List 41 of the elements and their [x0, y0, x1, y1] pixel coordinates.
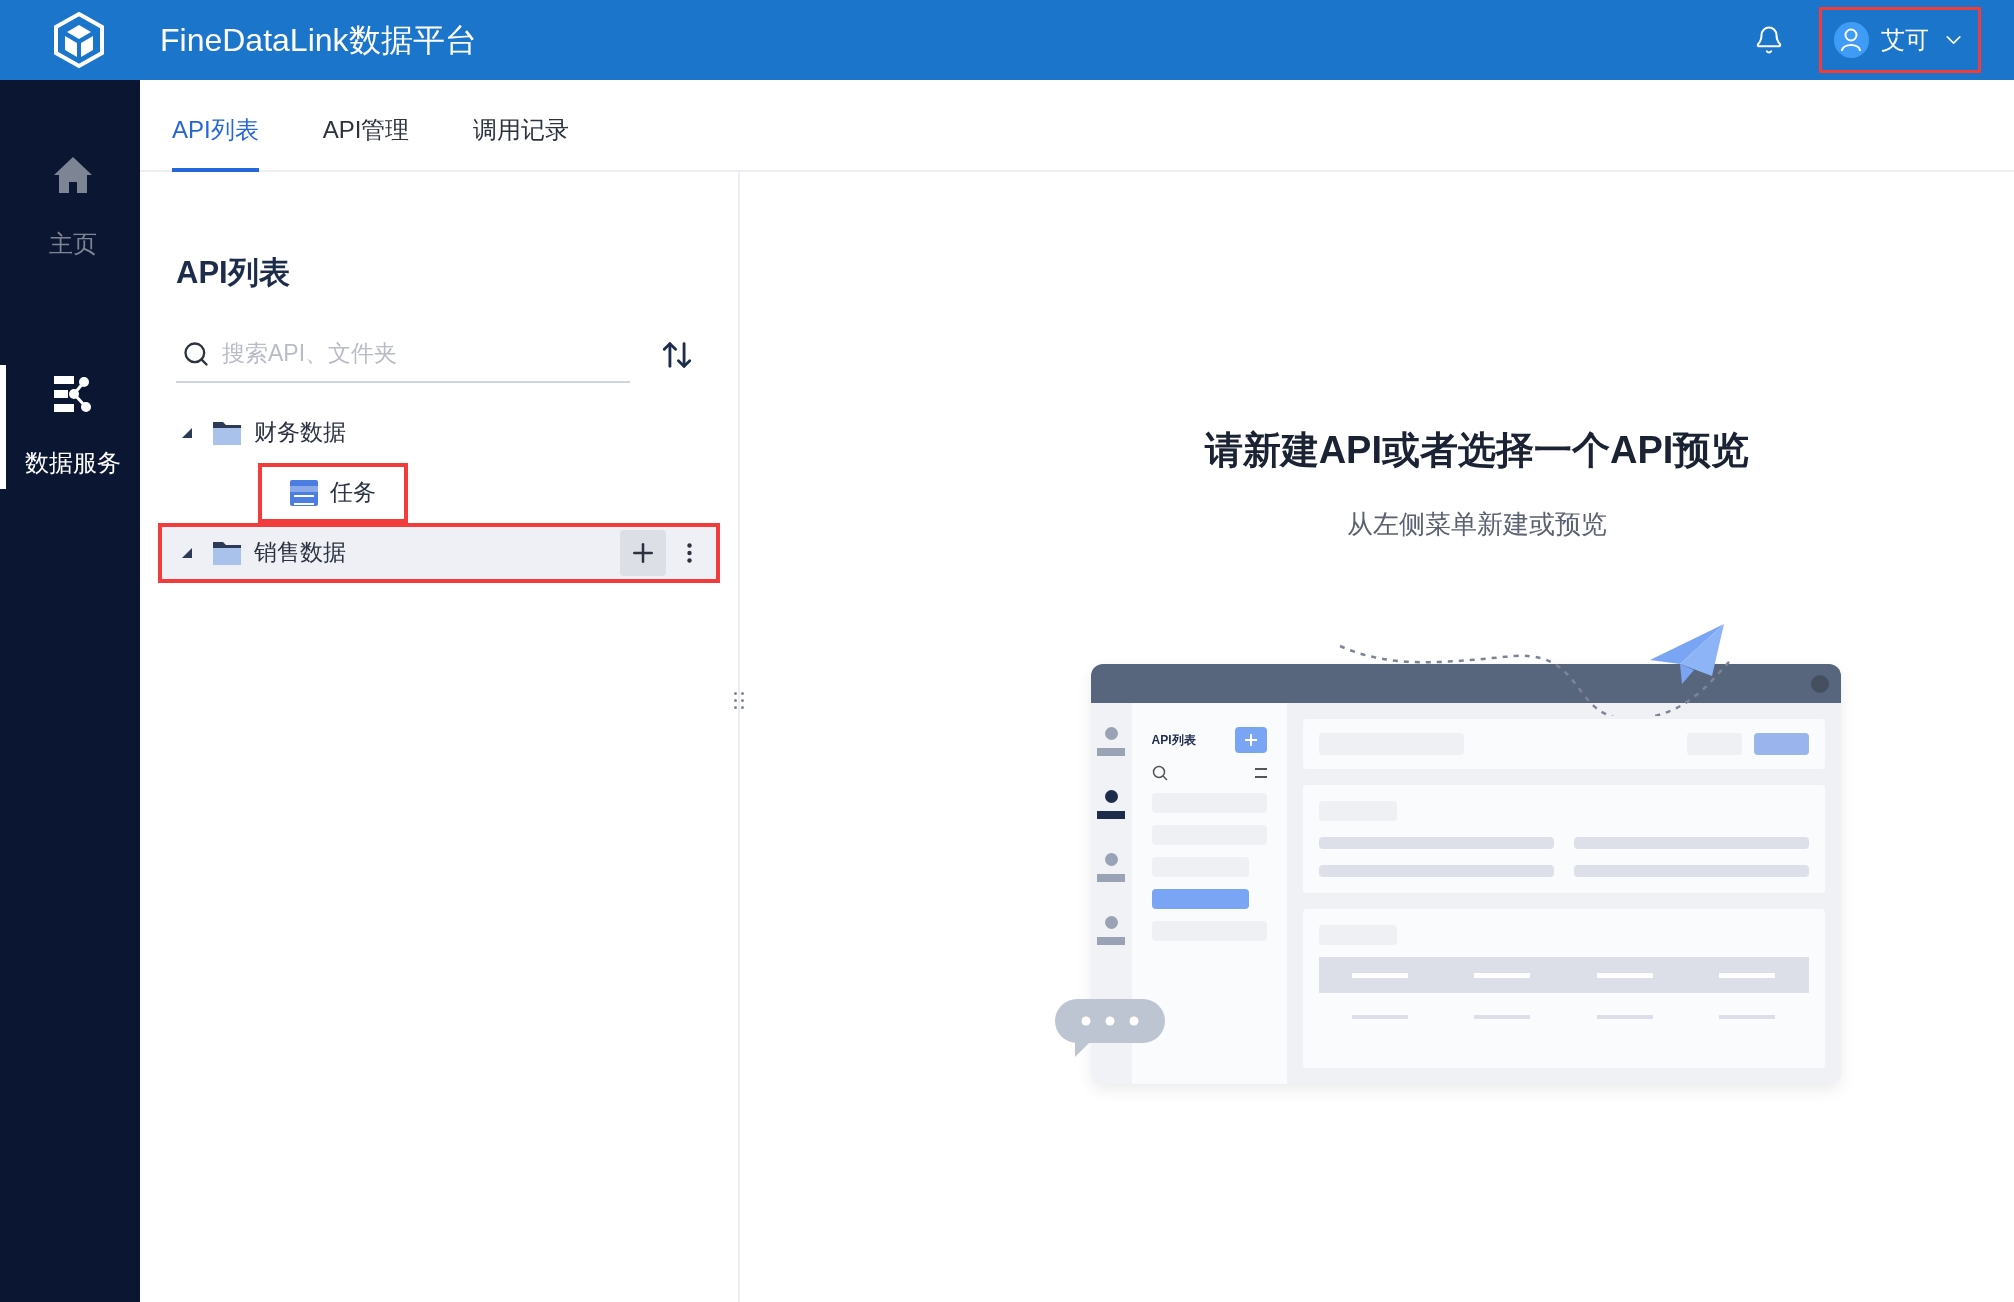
mockup-panel-title: API列表	[1151, 732, 1196, 749]
notification-bell-icon[interactable]	[1754, 25, 1784, 55]
empty-state-title: 请新建API或者选择一个API预览	[1204, 428, 1750, 473]
add-button[interactable]	[620, 529, 666, 576]
tree-item[interactable]: 销售数据	[158, 522, 720, 583]
nav-item-icon	[1097, 853, 1125, 882]
app-title: FineDataLink数据平台	[160, 21, 477, 60]
tab[interactable]: API列表	[172, 92, 259, 172]
sort-icon	[1254, 768, 1267, 778]
nav-item-icon	[1097, 790, 1125, 819]
nav-item-icon	[1097, 916, 1125, 945]
tab[interactable]: 调用记录	[473, 92, 570, 172]
tree-item[interactable]: 任务	[158, 462, 720, 523]
tree-item-label: 销售数据	[254, 538, 346, 568]
more-icon	[686, 542, 692, 563]
search-icon	[182, 339, 210, 368]
tree-item-label: 财务数据	[254, 418, 346, 448]
sidebar-item[interactable]: 数据服务	[0, 365, 140, 489]
empty-state-subtitle: 从左侧菜单新建或预览	[1347, 508, 1607, 541]
tab[interactable]: API管理	[322, 92, 410, 172]
tree-item-label: 任务	[330, 478, 376, 508]
tree-item[interactable]: 财务数据	[158, 402, 720, 463]
user-avatar-icon	[1834, 22, 1869, 58]
dashed-path-icon	[1338, 644, 1731, 716]
sidebar-item[interactable]: 主页	[0, 146, 140, 270]
paper-plane-icon	[1649, 624, 1725, 686]
expand-triangle-icon[interactable]	[182, 547, 192, 558]
placeholder-bar	[1753, 733, 1809, 755]
user-menu[interactable]: 艾可	[1822, 10, 1978, 70]
home-icon	[52, 154, 94, 196]
folder-icon	[212, 419, 242, 446]
resize-handle-icon[interactable]	[734, 692, 744, 709]
search-icon	[1151, 765, 1168, 781]
api-file-icon	[290, 479, 318, 506]
plus-icon	[1234, 727, 1267, 753]
nav-item-icon	[1097, 727, 1125, 756]
expand-triangle-icon[interactable]	[182, 427, 192, 438]
search-field[interactable]: 搜索API、文件夹	[176, 326, 630, 383]
panel-title: API列表	[176, 254, 291, 292]
data-network-icon	[52, 373, 94, 415]
folder-icon	[212, 539, 242, 566]
